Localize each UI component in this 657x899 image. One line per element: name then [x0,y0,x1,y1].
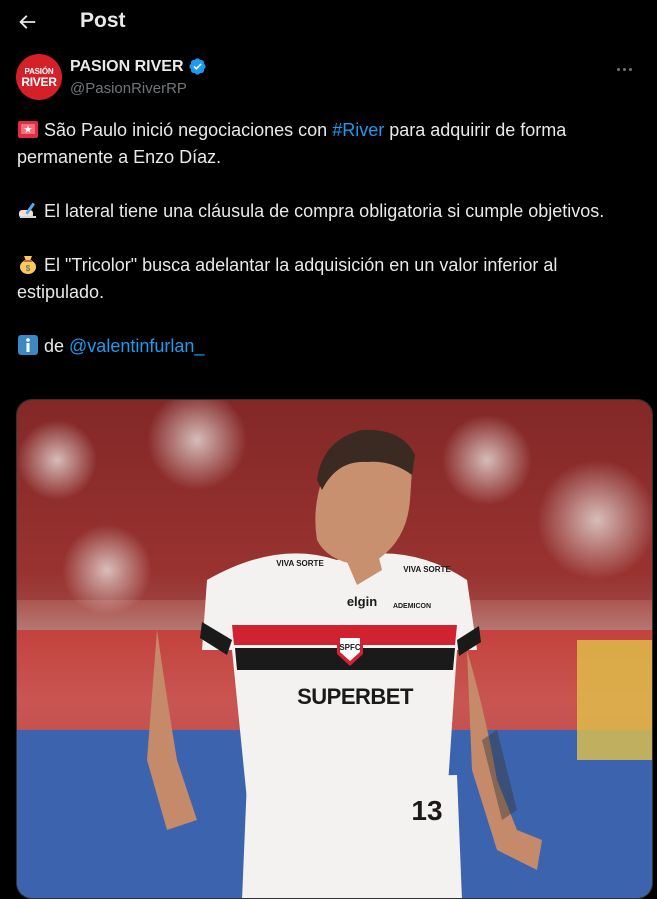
verified-badge-icon [188,58,206,75]
avatar[interactable]: PASIÓN RIVER [16,54,62,100]
back-button[interactable] [8,3,46,41]
top-bar: Post [0,0,657,44]
writing-hand-icon [19,202,36,218]
svg-text:$: $ [26,264,31,273]
rotating-light-icon [18,121,38,138]
post-paragraph-1: São Paulo inició negociaciones con #Rive… [17,117,642,171]
jersey-sponsor-text: SUPERBET [297,684,414,709]
more-dot [622,67,626,71]
post-paragraph-4: de @valentinfurlan_ [17,333,642,360]
jersey-brand-text: elgin [347,594,377,609]
more-dot [628,67,632,71]
jersey-crest-text: SPFC [339,643,361,652]
sleeve-sponsor-right-text: VIVA SORTE [403,565,451,574]
post-paragraph-2: El lateral tiene una cláusula de compra … [17,198,642,225]
post-text-3: El "Tricolor" busca adelantar la adquisi… [17,255,558,302]
information-icon [18,335,38,355]
hashtag-river-link[interactable]: #River [332,120,384,140]
avatar-text-bottom: RIVER [21,74,57,89]
chest-sponsor-small-text: ADEMICON [393,603,431,610]
post-paragraph-3: $ El "Tricolor" busca adelantar la adqui… [17,252,642,306]
post-text: São Paulo inició negociaciones con #Rive… [17,117,642,360]
post-text-2: El lateral tiene una cláusula de compra … [44,201,605,221]
money-bag-icon: $ [20,256,36,274]
post-text-4-prefix: de [44,336,70,356]
author-name-row[interactable]: PASION RIVER [70,57,207,76]
more-dot [616,67,620,71]
post-image[interactable]: SPFC elgin ADEMICON VIVA SORTE VIVA SORT… [16,399,653,899]
more-options-button[interactable] [607,54,641,84]
post-text-1a: São Paulo inició negociaciones con [44,120,333,140]
post-author: PASIÓN RIVER PASION RIVER @PasionRiverRP [16,54,641,104]
player-photo: SPFC elgin ADEMICON VIVA SORTE VIVA SORT… [17,400,652,898]
shorts-number-text: 13 [411,795,442,826]
mention-link[interactable]: @valentinfurlan_ [69,336,204,356]
author-name: PASION RIVER [70,57,184,75]
arrow-left-icon [19,15,36,29]
author-handle[interactable]: @PasionRiverRP [70,80,187,97]
page-title: Post [80,9,126,32]
sleeve-sponsor-left-text: VIVA SORTE [276,559,324,568]
